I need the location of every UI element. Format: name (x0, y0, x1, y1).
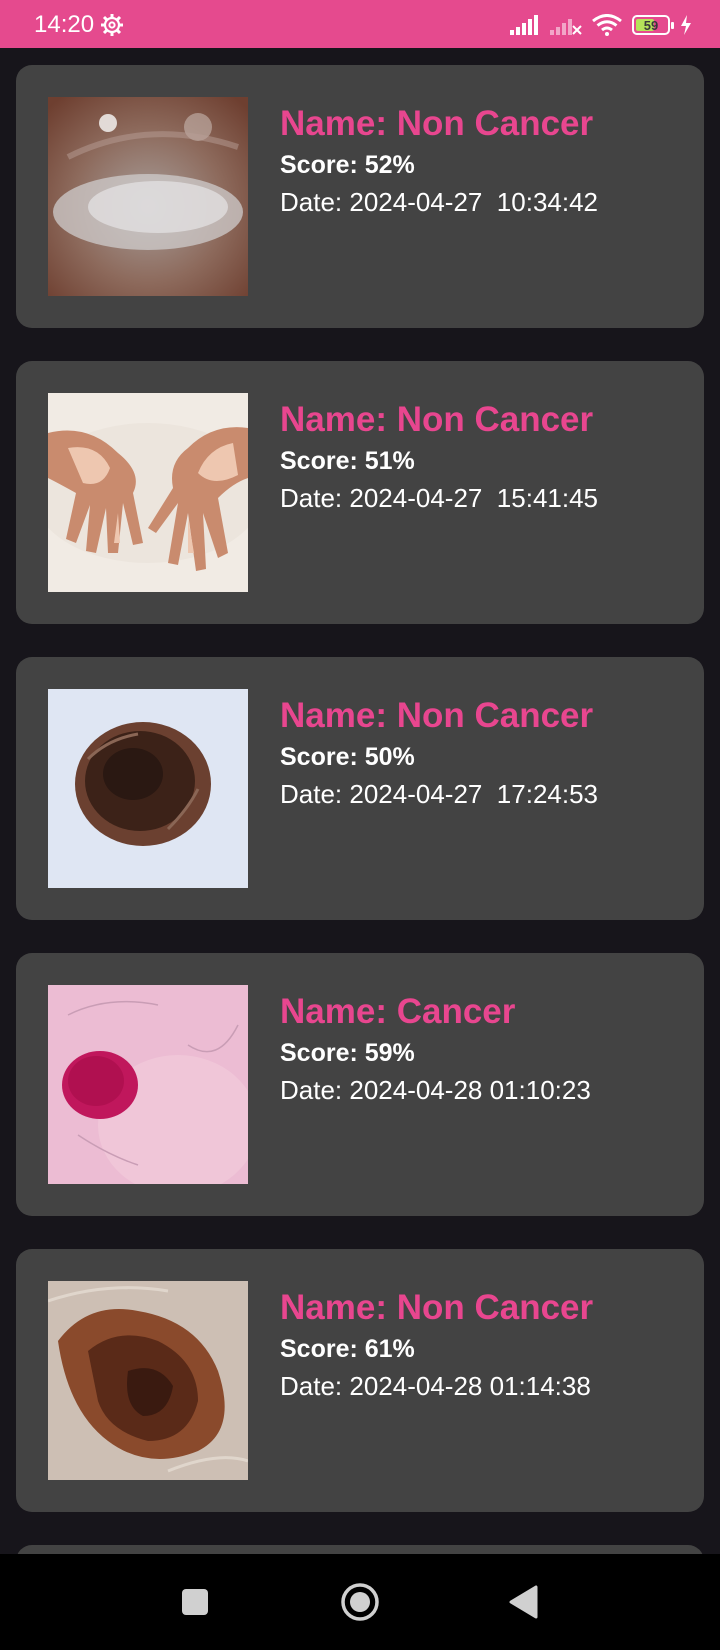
triangle-back-icon (509, 1585, 538, 1619)
pink-lesion-photo (48, 985, 248, 1184)
battery-icon: 59 (632, 15, 674, 35)
battery-level: 59 (643, 17, 659, 33)
result-card[interactable]: Name: Non Cancer Score: 51% Date: 2024-0… (16, 361, 704, 624)
status-bar: 14:20 59 (0, 0, 720, 48)
result-score: Score: 51% (280, 447, 415, 475)
wifi-icon (592, 14, 622, 36)
result-card[interactable]: Name: Non Cancer Score: 50% Date: 2024-0… (16, 657, 704, 920)
result-card[interactable]: Name: Cancer Score: 59% Date: 2024-04-28… (16, 953, 704, 1216)
result-score: Score: 52% (280, 151, 415, 179)
result-name: Name: Non Cancer (280, 696, 594, 735)
result-score: Score: 61% (280, 1335, 415, 1363)
back-button[interactable] (483, 1554, 563, 1650)
result-date: Date: 2024-04-27 17:24:53 (280, 779, 599, 809)
no-signal-icon (550, 19, 582, 35)
home-button[interactable] (320, 1554, 400, 1650)
result-card[interactable]: Name: Non Cancer Score: 61% Date: 2024-0… (16, 1249, 704, 1512)
result-date: Date: 2024-04-27 15:41:45 (280, 483, 599, 513)
result-name: Name: Non Cancer (280, 1288, 594, 1327)
charging-icon (681, 15, 691, 35)
square-icon (182, 1589, 208, 1615)
result-name: Name: Non Cancer (280, 400, 594, 439)
melanoma-photo (48, 1281, 248, 1480)
navigation-bar (0, 1554, 720, 1650)
status-time: 14:20 (34, 11, 95, 38)
result-card[interactable]: Name: Non Cancer Score: 52% Date: 2024-0… (16, 65, 704, 328)
result-name: Name: Cancer (280, 992, 516, 1031)
results-list[interactable]: Name: Non Cancer Score: 52% Date: 2024-0… (16, 65, 704, 1585)
gear-icon (101, 14, 123, 36)
recents-button[interactable] (155, 1554, 235, 1650)
result-date: Date: 2024-04-28 01:10:23 (280, 1075, 591, 1105)
result-date: Date: 2024-04-28 01:14:38 (280, 1371, 591, 1401)
result-date: Date: 2024-04-27 10:34:42 (280, 187, 599, 217)
skin-lesion-photo-1 (48, 97, 248, 296)
hands-vitiligo-photo (48, 393, 248, 592)
circle-icon (341, 1583, 379, 1621)
result-score: Score: 59% (280, 1039, 415, 1067)
result-score: Score: 50% (280, 743, 415, 771)
signal-icon (510, 15, 538, 35)
result-name: Name: Non Cancer (280, 104, 594, 143)
mole-photo (48, 689, 248, 888)
